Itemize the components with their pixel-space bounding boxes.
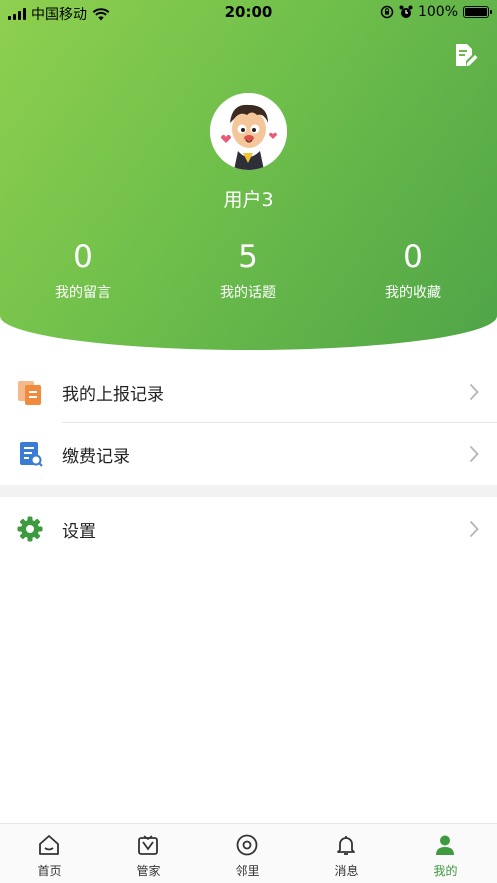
tab-label: 首页 — [37, 864, 62, 878]
gear-icon — [16, 515, 44, 543]
tab-mine[interactable]: 我的 — [396, 824, 495, 883]
stat-label: 我的收藏 — [385, 285, 441, 301]
stat-value: 5 — [238, 239, 258, 275]
menu-item-payment-records[interactable]: 缴费记录 — [0, 423, 497, 485]
chevron-right-icon — [469, 383, 479, 401]
menu-item-settings[interactable]: 设置 — [0, 497, 497, 561]
stat-messages[interactable]: 0 我的留言 — [13, 238, 153, 302]
chevron-right-icon — [469, 520, 479, 538]
tab-label: 管家 — [136, 864, 161, 878]
cartoon-avatar-icon — [210, 93, 287, 170]
user-icon — [436, 835, 454, 855]
stat-favorites[interactable]: 0 我的收藏 — [343, 238, 483, 302]
bottom-tab-bar: 首页 管家 邻里 消息 我的 — [0, 823, 497, 883]
tab-label: 我的 — [433, 864, 458, 878]
tab-butler[interactable]: 管家 — [99, 824, 198, 883]
tab-messages[interactable]: 消息 — [297, 824, 396, 883]
menu-item-report-records[interactable]: 我的上报记录 — [0, 361, 497, 423]
neighbor-icon — [236, 834, 258, 856]
section-gap — [0, 485, 497, 497]
menu-item-label: 我的上报记录 — [62, 384, 164, 405]
stat-value: 0 — [73, 239, 93, 275]
menu-item-label: 设置 — [62, 521, 96, 542]
stat-value: 0 — [403, 239, 423, 275]
home-icon — [39, 835, 59, 855]
tab-label: 消息 — [334, 864, 359, 878]
stat-label: 我的话题 — [220, 285, 276, 301]
battery-percent: 100% — [417, 4, 458, 20]
stat-label: 我的留言 — [55, 285, 111, 301]
report-document-icon — [16, 378, 44, 406]
chevron-right-icon — [469, 445, 479, 463]
profile-header: 中国移动 20:00 100% 用户3 0 我的留言 5 我的话题 0 我的收藏 — [0, 0, 497, 350]
butler-icon — [138, 835, 158, 855]
username: 用户3 — [223, 189, 274, 211]
edit-profile-icon[interactable] — [452, 42, 478, 68]
battery-icon — [463, 6, 492, 18]
bell-icon — [337, 836, 355, 855]
tab-label: 邻里 — [235, 864, 260, 878]
menu-list: 我的上报记录 缴费记录 设置 — [0, 361, 497, 561]
payment-record-icon — [16, 440, 44, 468]
tab-neighbor[interactable]: 邻里 — [198, 824, 297, 883]
stats-row: 0 我的留言 5 我的话题 0 我的收藏 — [0, 238, 497, 308]
avatar[interactable] — [210, 93, 287, 170]
menu-item-label: 缴费记录 — [62, 446, 130, 467]
alarm-icon — [399, 5, 413, 18]
status-bar: 中国移动 20:00 100% — [0, 0, 497, 26]
tab-home[interactable]: 首页 — [0, 824, 99, 883]
rotation-lock-icon — [380, 5, 394, 19]
stat-topics[interactable]: 5 我的话题 — [178, 238, 318, 302]
